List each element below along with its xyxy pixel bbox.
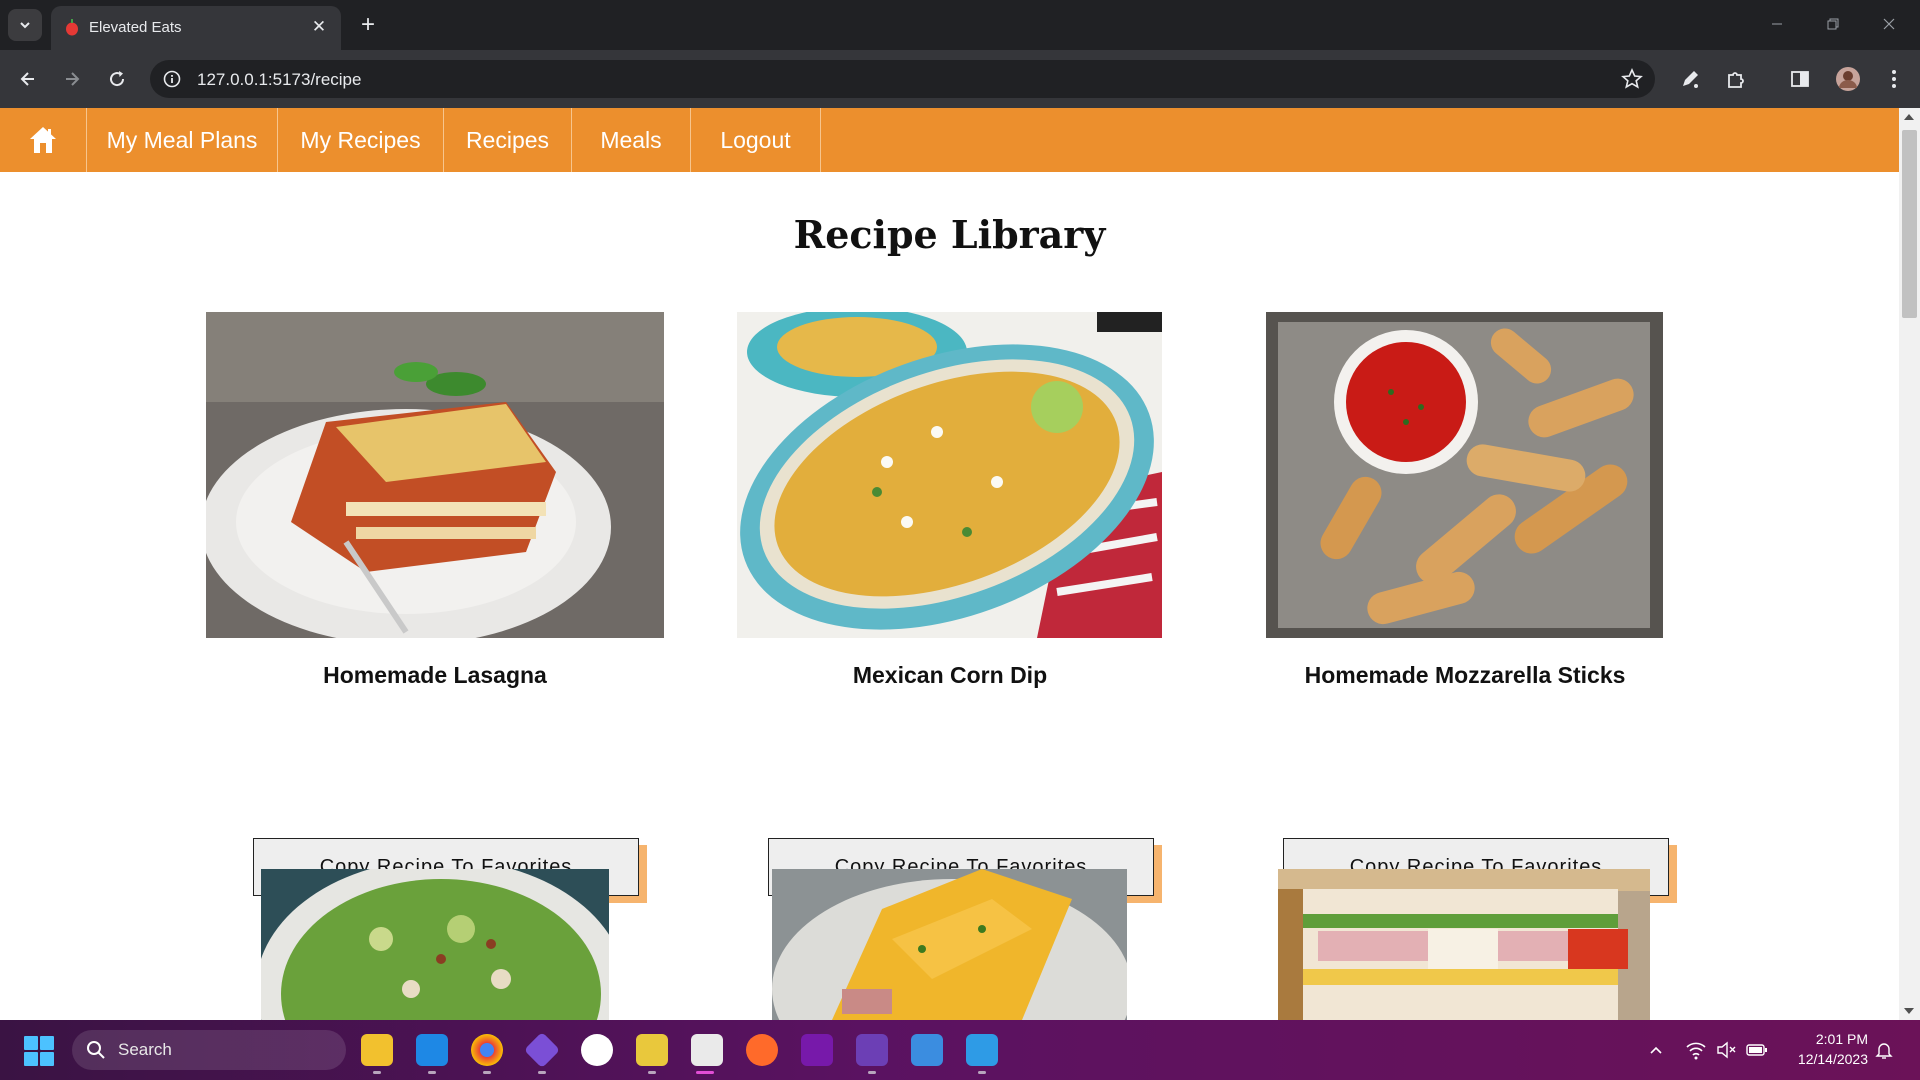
notification-bell-icon[interactable] (1874, 1040, 1894, 1060)
forward-button[interactable] (56, 63, 88, 95)
snipping-tool-icon[interactable] (691, 1034, 723, 1066)
close-window-icon[interactable] (1866, 8, 1912, 40)
chevron-down-icon (20, 22, 30, 29)
taskbar-search-box[interactable]: Search (72, 1030, 346, 1070)
close-tab-icon[interactable]: ✕ (307, 15, 331, 39)
running-indicator (373, 1071, 381, 1074)
chrome-icon[interactable] (471, 1034, 503, 1066)
scrollbar-thumb[interactable] (1902, 130, 1917, 318)
running-indicator (648, 1071, 656, 1074)
tab-title: Elevated Eats (89, 19, 182, 36)
club-sandwich-image (1278, 869, 1650, 1020)
arrow-left-icon (20, 72, 34, 86)
pen-extension-icon[interactable] (1676, 65, 1704, 93)
nav-recipes[interactable]: Recipes (444, 108, 572, 172)
photos-icon[interactable] (966, 1034, 998, 1066)
arrow-right-icon (66, 72, 80, 86)
file-explorer-icon[interactable] (361, 1034, 393, 1066)
nav-logout[interactable]: Logout (691, 108, 821, 172)
mozzarella-sticks-image (1266, 312, 1663, 638)
star-icon[interactable] (1621, 68, 1643, 90)
menu-kebab-icon[interactable] (1880, 65, 1908, 93)
recipe-title: Homemade Mozzarella Sticks (1304, 662, 1626, 688)
minimize-icon[interactable] (1754, 8, 1800, 40)
browser-toolbar: 127.0.0.1:5173/recipe (0, 50, 1920, 108)
nav-meals[interactable]: Meals (572, 108, 691, 172)
chevron-up-icon[interactable] (1648, 1042, 1664, 1058)
recipe-title: Homemade Lasagna (323, 662, 547, 688)
page-title: Recipe Library (793, 212, 1106, 257)
scroll-down-arrow-icon[interactable] (1904, 1008, 1914, 1014)
address-bar[interactable]: 127.0.0.1:5173/recipe (150, 60, 1655, 98)
wifi-icon[interactable] (1685, 1040, 1707, 1060)
page-viewport: My Meal Plans My Recipes Recipes Meals L… (0, 108, 1920, 1020)
lasagna-image (206, 312, 664, 638)
puzzle-extensions-icon[interactable] (1722, 65, 1750, 93)
onenote-icon[interactable] (801, 1034, 833, 1066)
site-navbar: My Meal Plans My Recipes Recipes Meals L… (0, 108, 1899, 172)
new-tab-button[interactable]: + (352, 9, 384, 41)
browser-tab[interactable]: Elevated Eats ✕ (51, 6, 341, 50)
slack-icon[interactable] (581, 1034, 613, 1066)
restore-icon[interactable] (1810, 8, 1856, 40)
active-indicator (696, 1071, 714, 1074)
search-icon (87, 1041, 105, 1059)
running-indicator (538, 1071, 546, 1074)
browser-tab-strip: Elevated Eats ✕ + (0, 0, 1920, 50)
omelette-image (772, 869, 1127, 1020)
pepper-favicon-icon (66, 19, 78, 36)
home-icon (30, 127, 56, 153)
vscode-icon[interactable] (416, 1034, 448, 1066)
os-taskbar: Search 2:01 PM 12/14/2023 (0, 1020, 1920, 1080)
running-indicator (483, 1071, 491, 1074)
corn-dip-image (737, 312, 1162, 638)
postman-icon[interactable] (746, 1034, 778, 1066)
back-button[interactable] (12, 63, 44, 95)
speaker-muted-icon[interactable] (1715, 1040, 1737, 1060)
running-indicator (868, 1071, 876, 1074)
windows-start-icon[interactable] (24, 1036, 54, 1066)
outlook-icon[interactable] (911, 1034, 943, 1066)
running-indicator (978, 1071, 986, 1074)
visual-studio-icon[interactable] (856, 1034, 888, 1066)
url-text: 127.0.0.1:5173/recipe (197, 70, 362, 89)
scroll-up-arrow-icon[interactable] (1904, 114, 1914, 120)
home-link[interactable] (0, 108, 87, 172)
nav-my-recipes[interactable]: My Recipes (278, 108, 444, 172)
running-indicator (428, 1071, 436, 1074)
taskbar-clock[interactable]: 2:01 PM 12/14/2023 (1798, 1029, 1868, 1069)
reload-icon (110, 71, 125, 87)
reload-button[interactable] (101, 63, 133, 95)
profile-avatar[interactable] (1834, 65, 1862, 93)
vertical-scrollbar[interactable] (1899, 108, 1920, 1020)
info-icon[interactable] (162, 69, 182, 89)
clock-date: 12/14/2023 (1797, 1051, 1868, 1067)
battery-icon[interactable] (1746, 1042, 1768, 1058)
tab-search-button[interactable] (8, 9, 42, 41)
side-panel-icon[interactable] (1786, 65, 1814, 93)
git-client-icon[interactable] (523, 1031, 561, 1069)
clock-time: 2:01 PM (1815, 1031, 1868, 1047)
nav-my-meal-plans[interactable]: My Meal Plans (87, 108, 278, 172)
recipe-title: Mexican Corn Dip (852, 662, 1048, 688)
excel-tool-icon[interactable] (636, 1034, 668, 1066)
taskbar-search-placeholder: Search (118, 1040, 172, 1059)
caesar-salad-image (261, 869, 609, 1020)
